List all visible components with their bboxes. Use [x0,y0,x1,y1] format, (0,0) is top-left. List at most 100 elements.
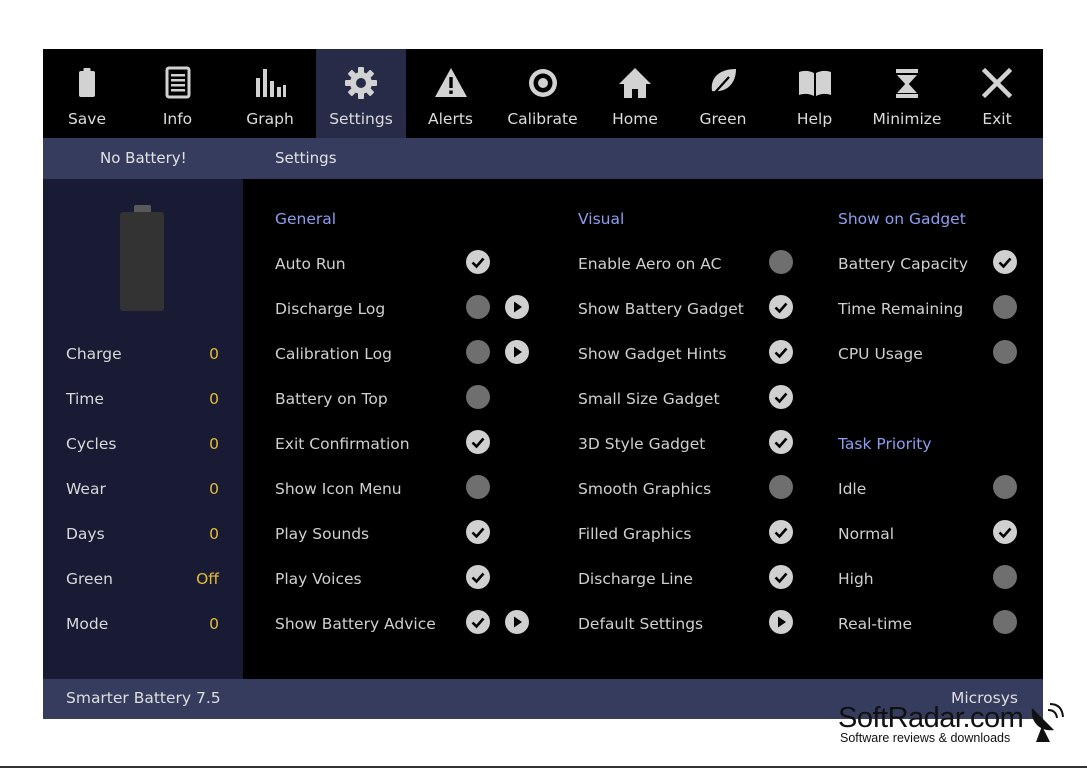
play-voices-checkbox[interactable] [466,565,490,589]
checkmark-icon [471,437,485,449]
priority-realtime-radio[interactable] [993,610,1017,634]
graph-button[interactable]: Graph [224,49,316,138]
checkmark-icon [471,527,485,539]
battery-info-panel: Charge 0 Time 0 Cycles 0 Wear 0 Days 0 G… [43,179,243,679]
minimize-button[interactable]: Minimize [863,49,951,138]
option-time-remaining: Time Remaining [838,300,964,318]
option-priority-normal: Normal [838,525,895,543]
play-sounds-checkbox[interactable] [466,520,490,544]
show-icon-menu-checkbox[interactable] [466,475,490,499]
smooth-graphics-checkbox[interactable] [769,475,793,499]
priority-normal-radio[interactable] [993,520,1017,544]
watermark-tagline: Software reviews & downloads [840,731,1011,745]
show-battery-gadget-checkbox[interactable] [769,295,793,319]
stat-wear: Wear 0 [43,480,243,500]
toolbar: Save Info Graph Settings Alerts Calibrat… [43,49,1043,138]
priority-idle-radio[interactable] [993,475,1017,499]
battery-on-top-checkbox[interactable] [466,385,490,409]
stat-label: Time [66,390,104,408]
stat-label: Cycles [66,435,117,453]
option-show-battery-gadget: Show Battery Gadget [578,300,744,318]
leaf-icon [709,69,736,99]
checkmark-icon [774,302,788,314]
checkmark-icon [774,572,788,584]
checkmark-icon [774,437,788,449]
checkmark-icon [998,527,1012,539]
stat-label: Days [66,525,105,543]
battery-capacity-checkbox[interactable] [993,250,1017,274]
stat-days: Days 0 [43,525,243,545]
discharge-log-checkbox[interactable] [466,295,490,319]
show-gadget-hints-checkbox[interactable] [769,340,793,364]
option-smooth-graphics: Smooth Graphics [578,480,712,498]
settings-button[interactable]: Settings [316,49,406,138]
help-button[interactable]: Help [766,49,863,138]
option-play-voices: Play Voices [275,570,362,588]
stat-value: 0 [209,345,219,363]
discharge-log-open-button[interactable] [505,295,529,319]
option-priority-idle: Idle [838,480,867,498]
default-settings-button[interactable] [769,610,793,634]
calibration-log-open-button[interactable] [505,340,529,364]
option-calibration-log: Calibration Log [275,345,392,363]
auto-run-checkbox[interactable] [466,250,490,274]
app-window: Save Info Graph Settings Alerts Calibrat… [43,49,1043,719]
home-button[interactable]: Home [590,49,680,138]
option-show-battery-advice: Show Battery Advice [275,615,436,633]
cpu-usage-checkbox[interactable] [993,340,1017,364]
frame-bottom-border [0,766,1087,768]
general-heading: General [275,210,337,228]
green-button-label: Green [699,110,747,128]
info-button[interactable]: Info [131,49,224,138]
bar-chart-icon [256,69,286,97]
calibrate-button-label: Calibrate [507,110,578,128]
time-remaining-checkbox[interactable] [993,295,1017,319]
stat-green: Green Off [43,570,243,590]
3d-style-gadget-checkbox[interactable] [769,430,793,454]
option-default-settings: Default Settings [578,615,704,633]
option-show-icon-menu: Show Icon Menu [275,480,402,498]
checkmark-icon [774,527,788,539]
stat-label: Mode [66,615,109,633]
info-button-label: Info [162,110,193,128]
graph-button-label: Graph [246,110,294,128]
stat-value: 0 [209,615,219,633]
option-play-sounds: Play Sounds [275,525,370,543]
option-filled-graphics: Filled Graphics [578,525,692,543]
home-icon [619,68,651,98]
filled-graphics-checkbox[interactable] [769,520,793,544]
checkmark-icon [471,257,485,269]
stat-label: Wear [66,480,106,498]
help-button-label: Help [796,110,833,128]
option-priority-high: High [838,570,874,588]
show-battery-advice-open-button[interactable] [505,610,529,634]
play-arrow-icon [514,616,522,628]
save-button[interactable]: Save [43,49,131,138]
subheader-bar: No Battery! Settings [43,138,1043,179]
exit-button-label: Exit [982,110,1012,128]
page-title: Settings [275,149,337,167]
settings-panel: General Auto Run Discharge Log Calibrati… [243,179,1043,679]
play-arrow-icon [514,301,522,313]
battery-status-text: No Battery! [100,149,187,167]
priority-high-radio[interactable] [993,565,1017,589]
calibrate-button[interactable]: Calibrate [495,49,590,138]
option-battery-on-top: Battery on Top [275,390,388,408]
discharge-line-checkbox[interactable] [769,565,793,589]
stat-value: 0 [209,435,219,453]
green-button[interactable]: Green [680,49,766,138]
calibration-log-checkbox[interactable] [466,340,490,364]
exit-button[interactable]: Exit [951,49,1043,138]
option-auto-run: Auto Run [275,255,346,273]
home-button-label: Home [612,110,658,128]
alerts-button[interactable]: Alerts [406,49,495,138]
option-3d-style-gadget: 3D Style Gadget [578,435,706,453]
option-enable-aero: Enable Aero on AC [578,255,722,273]
enable-aero-checkbox[interactable] [769,250,793,274]
warning-icon [434,68,467,97]
small-size-gadget-checkbox[interactable] [769,385,793,409]
show-battery-advice-checkbox[interactable] [466,610,490,634]
exit-confirmation-checkbox[interactable] [466,430,490,454]
option-small-size-gadget: Small Size Gadget [578,390,720,408]
minimize-button-label: Minimize [872,110,942,128]
